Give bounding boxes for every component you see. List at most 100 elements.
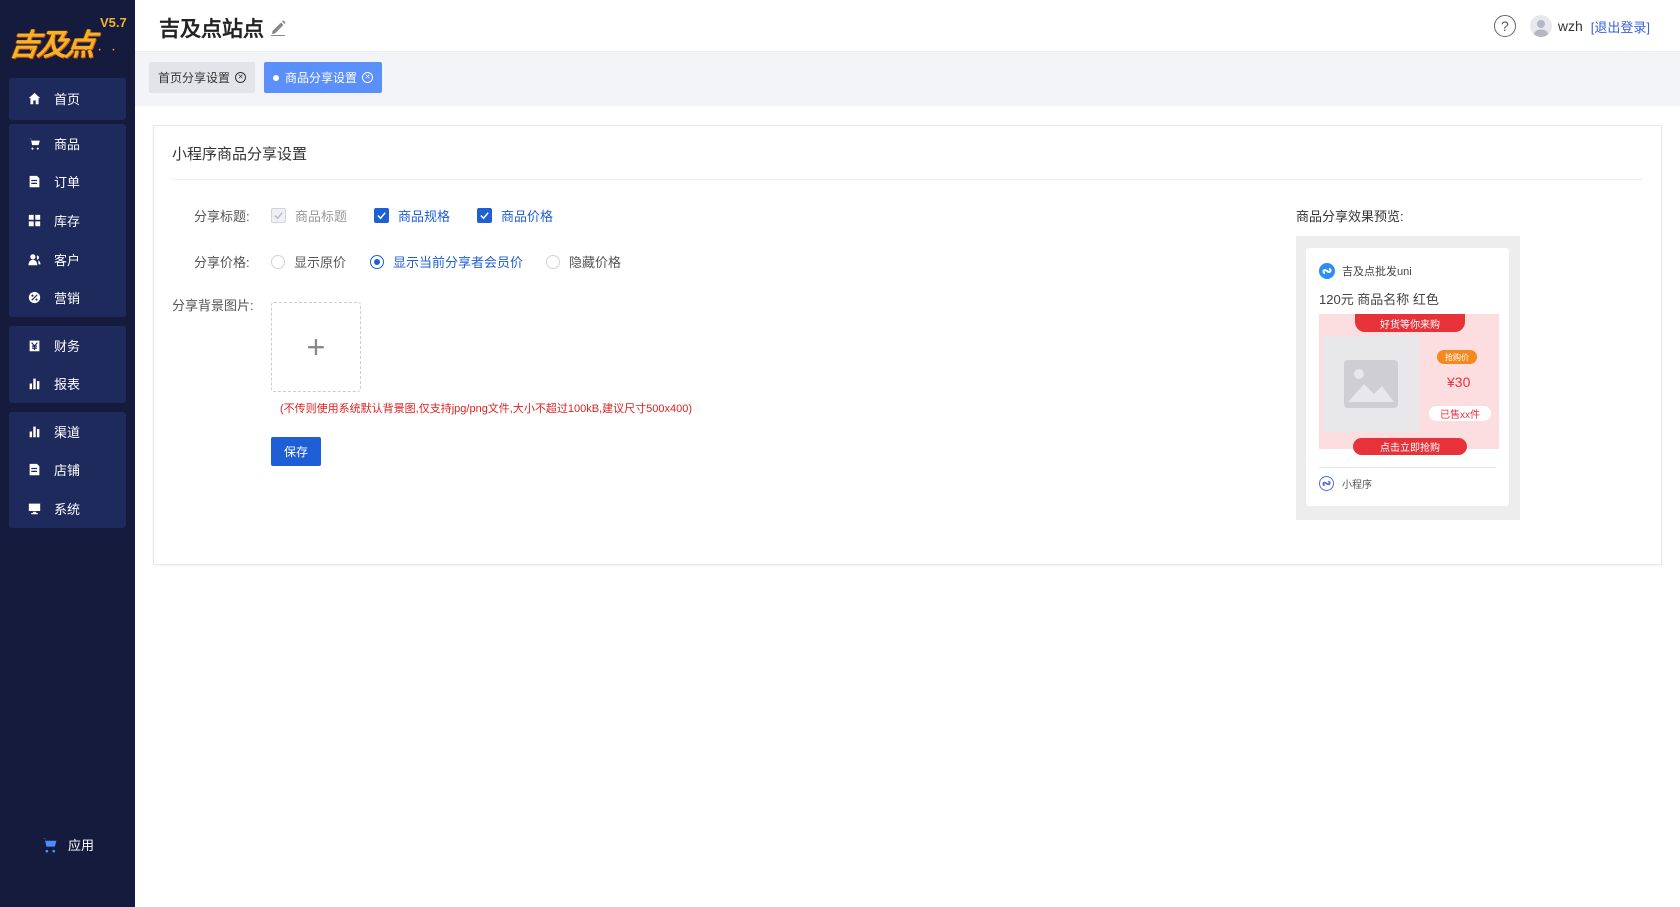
sidebar-item-label: 首页 — [54, 92, 81, 108]
sidebar-item-label: 订单 — [54, 175, 81, 191]
sidebar-item-channels[interactable]: 渠道 — [9, 412, 126, 451]
save-button[interactable]: 保存 — [271, 437, 321, 466]
version-badge: V5.7 — [100, 15, 127, 30]
card-title: 小程序商品分享设置 — [172, 146, 308, 163]
image-placeholder-icon — [1323, 336, 1419, 432]
preview-tag: 抢购价 — [1437, 350, 1477, 364]
preview-title: 商品分享效果预览: — [1296, 209, 1404, 224]
sidebar-item-label: 营销 — [54, 291, 81, 307]
sidebar-item-label: 财务 — [54, 338, 81, 354]
radio-label: 显示原价 — [294, 255, 347, 270]
sidebar-item-label: 系统 — [54, 501, 81, 517]
preview-footer: 小程序 — [1319, 476, 1372, 491]
mini-program-icon — [1319, 263, 1335, 279]
username: wzh — [1557, 18, 1583, 34]
radio-label: 隐藏价格 — [569, 255, 622, 270]
sidebar-item-goods[interactable]: 商品 — [9, 124, 126, 163]
nav-group-home: 首页 — [9, 78, 126, 120]
share-preview: 吉及点批发uni 120元 商品名称 红色 好货等你来购 抢购价 ¥30 已售x… — [1296, 236, 1520, 520]
settings-card: 小程序商品分享设置 分享标题: 商品标题 商品规格 商品价格 分享价格: 显示原… — [153, 125, 1662, 565]
site-title-text: 吉及点站点 — [159, 18, 264, 41]
monitor-icon — [27, 501, 41, 515]
user-avatar-icon — [1532, 20, 1549, 37]
sidebar-item-system[interactable]: 系统 — [9, 489, 126, 528]
radio-original-price[interactable]: 显示原价 — [271, 252, 346, 271]
grid-icon — [27, 213, 41, 227]
user-icon — [27, 252, 41, 266]
radio[interactable] — [271, 254, 285, 269]
checkbox[interactable] — [477, 208, 492, 223]
sidebar-item-inventory[interactable]: 库存 — [9, 201, 126, 240]
preview-card: 吉及点批发uni 120元 商品名称 红色 好货等你来购 抢购价 ¥30 已售x… — [1306, 248, 1509, 506]
preview-banner: 好货等你来购 抢购价 ¥30 已售xx件 点击立即抢购 — [1319, 314, 1499, 455]
checkbox-label: 商品标题 — [295, 209, 348, 224]
share-price-label: 分享价格: — [194, 255, 250, 270]
upload-button[interactable]: + — [271, 302, 361, 392]
edit-icon[interactable] — [270, 20, 286, 36]
sidebar-item-finance[interactable]: 财务 — [9, 326, 126, 365]
checkbox-goods-title: 商品标题 — [271, 206, 347, 225]
tab-label: 商品分享设置 — [285, 71, 358, 85]
plus-icon: + — [306, 328, 326, 365]
radio-hide-price[interactable]: 隐藏价格 — [546, 252, 621, 271]
help-icon[interactable]: ? — [1493, 15, 1516, 37]
preview-app-row: 吉及点批发uni — [1319, 263, 1412, 279]
close-icon[interactable]: ✕ — [362, 72, 374, 83]
app-root: 吉及点 V5.7 • • • • • • • • • • 首页 商品 订单 库存 — [0, 0, 1680, 907]
tab-bar: 首页分享设置 ✕ 商品分享设置 ✕ — [135, 52, 1680, 106]
top-header: 吉及点站点 ? wzh [退出登录] — [135, 0, 1680, 52]
percent-icon — [27, 291, 41, 305]
radio[interactable] — [546, 254, 560, 269]
logout-link[interactable]: [退出登录] — [1591, 17, 1650, 36]
tab-label: 首页分享设置 — [158, 71, 231, 85]
checkbox-goods-spec[interactable]: 商品规格 — [374, 206, 450, 225]
page-title: 吉及点站点 — [159, 13, 286, 43]
checkbox-label: 商品价格 — [501, 209, 554, 224]
sidebar-item-label: 应用 — [67, 837, 94, 853]
share-title-label: 分享标题: — [194, 209, 250, 224]
cart-icon — [27, 136, 41, 150]
sidebar-item-label: 商品 — [54, 136, 81, 152]
sidebar-item-label: 渠道 — [54, 424, 81, 440]
sidebar-item-reports[interactable]: 报表 — [9, 365, 126, 404]
sidebar-item-home[interactable]: 首页 — [9, 78, 126, 120]
checkbox-label: 商品规格 — [398, 209, 451, 224]
mini-program-icon — [1319, 476, 1334, 491]
sidebar-item-orders[interactable]: 订单 — [9, 163, 126, 202]
avatar[interactable] — [1529, 15, 1552, 37]
sidebar-item-label: 库存 — [54, 213, 81, 229]
sidebar-item-customers[interactable]: 客户 — [9, 240, 126, 279]
header-user-area: ? wzh [退出登录] — [1493, 15, 1650, 37]
radio-member-price[interactable]: 显示当前分享者会员价 — [370, 252, 523, 271]
preview-app-name: 吉及点批发uni — [1342, 266, 1412, 278]
bg-image-label: 分享背景图片: — [172, 298, 254, 313]
preview-buy-button: 点击立即抢购 — [1353, 438, 1467, 455]
radio-label: 显示当前分享者会员价 — [393, 255, 524, 270]
preview-ribbon: 好货等你来购 — [1355, 314, 1465, 332]
cart-icon — [42, 837, 57, 853]
close-icon[interactable]: ✕ — [235, 72, 247, 83]
sidebar-item-apps[interactable]: 应用 — [0, 830, 135, 858]
tab-home-share[interactable]: 首页分享设置 ✕ — [149, 62, 256, 93]
sidebar-item-label: 店铺 — [54, 463, 81, 479]
radio[interactable] — [370, 254, 384, 269]
logo[interactable]: 吉及点 V5.7 • • • • • • • • • • — [7, 10, 130, 63]
sidebar-item-marketing[interactable]: 营销 — [9, 278, 126, 317]
home-icon — [27, 92, 41, 106]
sidebar-item-stores[interactable]: 店铺 — [9, 451, 126, 490]
order-icon — [27, 175, 41, 189]
checkbox[interactable] — [374, 208, 389, 223]
preview-sold: 已售xx件 — [1429, 406, 1491, 421]
checkbox-goods-price[interactable]: 商品价格 — [477, 206, 553, 225]
checkbox — [271, 208, 286, 223]
store-icon — [27, 463, 41, 477]
preview-price: ¥30 — [1447, 374, 1471, 390]
bar-chart-icon — [27, 424, 41, 438]
divider — [172, 179, 1643, 180]
tab-goods-share[interactable]: 商品分享设置 ✕ — [264, 62, 383, 93]
upload-hint: (不传则使用系统默认背景图,仅支持jpg/png文件,大小不超过100kB,建议… — [280, 403, 692, 415]
sidebar: 吉及点 V5.7 • • • • • • • • • • 首页 商品 订单 库存 — [0, 0, 135, 907]
active-dot — [273, 74, 279, 81]
preview-product-name: 120元 商品名称 红色 — [1319, 292, 1439, 307]
preview-footer-label: 小程序 — [1342, 480, 1372, 491]
